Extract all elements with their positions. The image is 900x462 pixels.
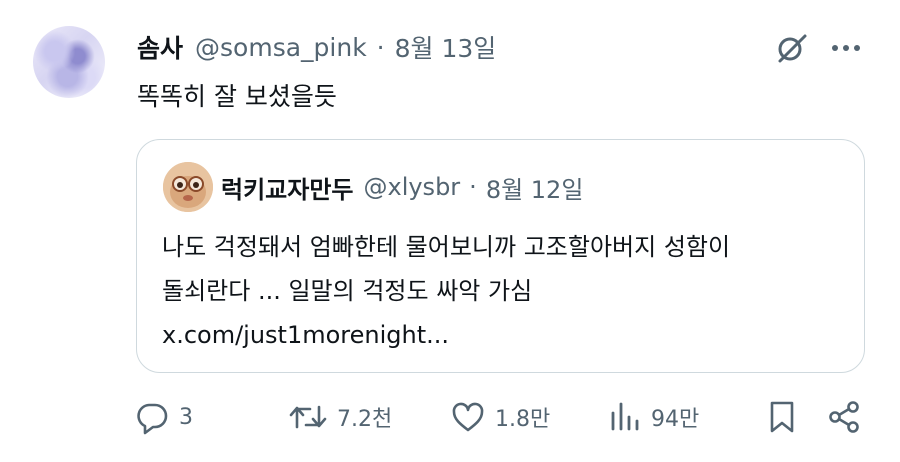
repost-icon (288, 399, 328, 435)
views-count: 94만 (651, 407, 700, 432)
reply-count: 3 (179, 404, 193, 430)
more-icon[interactable] (826, 28, 866, 68)
quoted-tweet-text: 나도 걱정돼서 엄빠한테 물어보니까 고조할아버지 성함이 돌쇠란다 ... 일… (162, 225, 730, 357)
action-bar: 3 7.2천 1.8만 94만 (0, 392, 900, 442)
bookmark-button[interactable] (766, 392, 798, 442)
quoted-tweet-date[interactable]: 8월 12일 (486, 170, 584, 205)
avatar[interactable] (33, 26, 105, 98)
like-button[interactable]: 1.8만 (450, 392, 550, 442)
share-icon (826, 399, 862, 435)
reply-button[interactable]: 3 (134, 392, 193, 442)
like-icon (450, 399, 486, 435)
reply-icon (134, 399, 170, 435)
separator-dot: · (376, 32, 385, 62)
quoted-tweet[interactable]: 럭키교자만두 @xlysbr · 8월 12일 나도 걱정돼서 엄빠한테 물어보… (136, 139, 865, 373)
repost-count: 7.2천 (337, 407, 393, 432)
like-count: 1.8만 (495, 407, 551, 432)
tweet-date[interactable]: 8월 13일 (395, 29, 497, 65)
author-name[interactable]: 솜사 (137, 29, 183, 65)
grok-icon[interactable] (772, 28, 812, 68)
quoted-text-line: 나도 걱정돼서 엄빠한테 물어보니까 고조할아버지 성함이 (162, 233, 731, 261)
quoted-author-name[interactable]: 럭키교자만두 (221, 170, 353, 205)
quoted-avatar (163, 162, 213, 212)
share-button[interactable] (826, 392, 862, 442)
repost-button[interactable]: 7.2천 (288, 392, 392, 442)
bookmark-icon (766, 399, 798, 435)
quoted-author-handle[interactable]: @xlysbr (363, 173, 460, 201)
quoted-text-line: 돌쇠란다 ... 일말의 걱정도 싸악 가심 (162, 277, 533, 305)
quoted-tweet-header: 럭키교자만두 @xlysbr · 8월 12일 (221, 170, 583, 204)
tweet-header: 솜사 @somsa_pink · 8월 13일 (137, 30, 496, 64)
tweet-text: 똑똑히 잘 보셨을듯 (137, 82, 337, 111)
separator-dot: · (469, 173, 477, 201)
quoted-link[interactable]: x.com/just1morenight... (162, 313, 730, 357)
views-button[interactable]: 94만 (608, 392, 699, 442)
views-icon (608, 399, 642, 435)
author-handle[interactable]: @somsa_pink (195, 33, 367, 62)
